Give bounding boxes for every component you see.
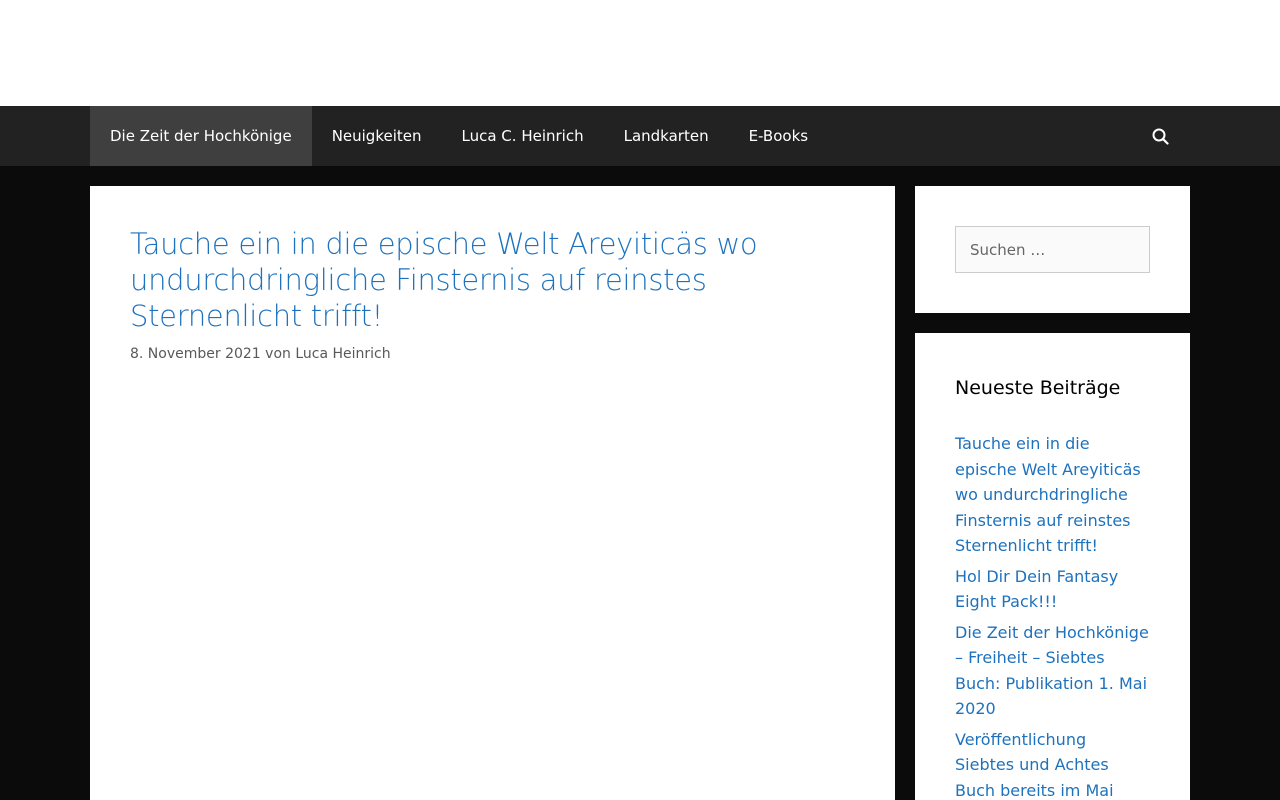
nav-menu: Die Zeit der Hochkönige Neuigkeiten Luca…: [90, 106, 1190, 166]
meta-by-label: von: [265, 346, 291, 362]
site-header: [0, 0, 1280, 106]
search-toggle-button[interactable]: [1130, 106, 1190, 166]
list-item: Tauche ein in die epische Welt Areyiticä…: [955, 431, 1150, 559]
article: Tauche ein in die epische Welt Areyiticä…: [130, 226, 855, 362]
list-item: Die Zeit der Hochkönige – Freiheit – Sie…: [955, 620, 1150, 722]
nav-item-e-books[interactable]: E-Books: [729, 106, 829, 166]
main-content: Tauche ein in die epische Welt Areyiticä…: [90, 186, 895, 800]
recent-posts-widget: Neueste Beiträge Tauche ein in die episc…: [915, 333, 1190, 800]
list-item: Veröffentlichung Siebtes und Achtes Buch…: [955, 727, 1150, 800]
nav-item-die-zeit-der-hochkoenige[interactable]: Die Zeit der Hochkönige: [90, 106, 312, 166]
recent-post-link[interactable]: Tauche ein in die epische Welt Areyiticä…: [955, 431, 1150, 559]
author-link[interactable]: Luca Heinrich: [295, 346, 390, 362]
search-input[interactable]: [955, 226, 1150, 273]
search-icon: [1152, 128, 1169, 145]
search-widget: [915, 186, 1190, 313]
recent-posts-list: Tauche ein in die epische Welt Areyiticä…: [955, 431, 1150, 800]
entry-meta: 8. November 2021 von Luca Heinrich: [130, 346, 855, 362]
nav-item-landkarten[interactable]: Landkarten: [604, 106, 729, 166]
recent-post-link[interactable]: Veröffentlichung Siebtes und Achtes Buch…: [955, 727, 1150, 800]
nav-item-luca-c-heinrich[interactable]: Luca C. Heinrich: [442, 106, 604, 166]
post-date-link[interactable]: 8. November 2021: [130, 346, 261, 362]
article-title: Tauche ein in die epische Welt Areyiticä…: [130, 227, 758, 333]
recent-post-link[interactable]: Hol Dir Dein Fantasy Eight Pack!!!: [955, 564, 1150, 615]
widget-title: Neueste Beiträge: [955, 377, 1121, 399]
main-navigation: Die Zeit der Hochkönige Neuigkeiten Luca…: [0, 106, 1280, 166]
list-item: Hol Dir Dein Fantasy Eight Pack!!!: [955, 564, 1150, 615]
recent-post-link[interactable]: Die Zeit der Hochkönige – Freiheit – Sie…: [955, 620, 1150, 722]
navigation-inner: Die Zeit der Hochkönige Neuigkeiten Luca…: [90, 106, 1190, 166]
nav-item-neuigkeiten[interactable]: Neuigkeiten: [312, 106, 442, 166]
